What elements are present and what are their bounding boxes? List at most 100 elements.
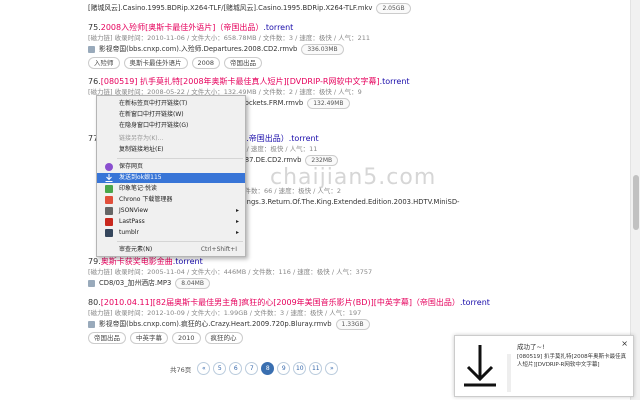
menu-label: tumblr [119, 229, 139, 236]
page-button[interactable]: 9 [277, 362, 291, 375]
menu-label: JSONView [119, 207, 149, 214]
file-name: 影视帝国(bbs.cnxp.com).入殓师.Departures.2008.C… [99, 45, 298, 53]
result-number: 80. [88, 298, 101, 307]
page-next-button[interactable]: » [325, 362, 339, 375]
tag[interactable]: 疯狂的心 [204, 332, 243, 344]
result-title-link[interactable]: 80.[2010.04.11][82届奥斯卡最佳男主角]疯狂的心[2009年美国… [88, 297, 548, 308]
result-title-link[interactable]: 79.奥斯卡获奖电影金曲.torrent [88, 256, 548, 267]
tag-list: 入殓师 奥斯卡最佳外语片 2008 帝国出品 [88, 57, 548, 69]
menu-tumblr[interactable]: tumblr ▸ [97, 228, 245, 238]
toast-title: 成功了~! [517, 343, 545, 351]
tumblr-icon [105, 229, 113, 237]
menu-evernote-clearly[interactable]: 印象笔记·悦读 [97, 184, 245, 194]
title-highlight[interactable]: 奥斯卡获奖电影金曲 [101, 257, 173, 266]
cloud-icon [105, 163, 113, 171]
toast-scrollbar[interactable] [507, 354, 511, 392]
file-row: CD8/03_加州酒店.MP3 8.04MB [88, 277, 548, 289]
result-meta: [磁力链] 收录时间：2005-11-04 / 文件大小：446MB / 文件数… [88, 268, 373, 276]
result-number: 76. [88, 77, 101, 86]
menu-inspect-element[interactable]: 审查元素(N) Ctrl+Shift+I [97, 245, 245, 255]
chrono-icon [105, 196, 113, 204]
result-title-link[interactable]: 76.[080519] 扒手莫扎特[2008年奥斯卡最佳真人短片][DVDRIP… [88, 76, 548, 87]
file-size-badge: 2.05GB [376, 2, 411, 14]
evernote-icon [105, 185, 113, 193]
menu-separator [117, 158, 243, 159]
file-name: …ings.3.Return.Of.The.King.Extended.Edit… [238, 198, 460, 206]
context-menu: 在新标签页中打开链接(T) 在新窗口中打开链接(W) 在隐身窗口中打开链接(G)… [96, 95, 246, 257]
video-file-icon [88, 320, 95, 328]
pagination: 共76页 « 5 6 7 8 9 10 11 » [170, 362, 339, 375]
tag[interactable]: 奥斯卡最佳外语片 [123, 57, 188, 69]
menu-copy-link[interactable]: 复制链接地址(E) [97, 145, 245, 155]
file-row: [赌城风云].Casino.1995.BDRip.X264-TLF/[赌城风云]… [88, 2, 548, 14]
file-name: 影视帝国(bbs.cnxp.com).疯狂的心.Crazy.Heart.2009… [99, 320, 332, 328]
download-icon [105, 174, 113, 182]
file-name: …ockets.FRM.rmvb [238, 99, 304, 107]
menu-save-link-as[interactable]: 链接另存为(K)... [97, 134, 245, 144]
toast-message: [080519] 扒手莫扎特[2008年奥斯卡最佳真人短片][DVDRIP-R网… [517, 354, 627, 368]
tag[interactable]: 2010 [172, 332, 201, 344]
file-size-badge: 8.04MB [175, 277, 210, 289]
title-suffix[interactable]: .torrent [263, 23, 293, 32]
page-button-current[interactable]: 8 [261, 362, 275, 375]
menu-open-new-tab[interactable]: 在新标签页中打开链接(T) [97, 99, 245, 109]
submenu-arrow-icon: ▸ [235, 218, 239, 225]
result-number: 79. [88, 257, 101, 266]
submenu-arrow-icon: ▸ [235, 229, 239, 236]
file-name: CD8/03_加州酒店.MP3 [99, 279, 172, 287]
page-button[interactable]: 11 [309, 362, 323, 375]
title-highlight[interactable]: [080519] 扒手莫扎特[2008年奥斯卡最佳真人短片][DVDRIP-R网… [101, 77, 380, 86]
video-file-icon [88, 45, 95, 53]
download-arrow-icon [460, 341, 500, 389]
title-highlight[interactable]: [2010.04.11][82届奥斯卡最佳男主角]疯狂的心[2009年美国音乐影… [101, 298, 460, 307]
tag[interactable]: 入殓师 [88, 57, 120, 69]
menu-chrono-download[interactable]: Chrono 下载管理器 [97, 195, 245, 205]
page-button[interactable]: 6 [229, 362, 243, 375]
tag[interactable]: 帝国出品 [224, 57, 263, 69]
tag[interactable]: 中英字幕 [130, 332, 168, 344]
audio-file-icon [88, 279, 95, 287]
title-suffix[interactable]: .torrent [173, 257, 203, 266]
file-size-badge: 336.03MB [301, 43, 344, 55]
file-name: [赌城风云].Casino.1995.BDRip.X264-TLF/[赌城风云]… [88, 4, 373, 12]
menu-label: 审查元素(N) [119, 246, 153, 253]
menu-label: 保存网页 [119, 163, 144, 170]
menu-open-new-window[interactable]: 在新窗口中打开链接(W) [97, 110, 245, 120]
result-meta: [磁力链] 收录时间：2010-11-06 / 文件大小：658.78MB / … [88, 34, 371, 42]
download-toast: 成功了~! [080519] 扒手莫扎特[2008年奥斯卡最佳真人短片][DVD… [454, 335, 634, 397]
scrollbar-thumb[interactable] [633, 175, 639, 230]
result-number: 75. [88, 23, 101, 32]
file-size-badge: 232MB [305, 154, 339, 166]
file-row: 影视帝国(bbs.cnxp.com).入殓师.Departures.2008.C… [88, 43, 548, 55]
menu-label: Chrono 下载管理器 [119, 196, 173, 203]
title-suffix[interactable]: .torrent [380, 77, 410, 86]
watermark: chaijian5.com [270, 165, 437, 190]
tag[interactable]: 2008 [191, 57, 221, 69]
page-prev-button[interactable]: « [197, 362, 211, 375]
title-highlight[interactable]: 2008入殓师[奥斯卡最佳外语片]（帝国出品） [101, 23, 264, 32]
file-row: 影视帝国(bbs.cnxp.com).疯狂的心.Crazy.Heart.2009… [88, 318, 548, 330]
menu-label: 发送到ok娘115 [119, 174, 162, 181]
result-title-link[interactable]: 75.2008入殓师[奥斯卡最佳外语片]（帝国出品）.torrent [88, 22, 548, 33]
menu-save-page[interactable]: 保存网页 [97, 162, 245, 172]
page-button[interactable]: 10 [293, 362, 307, 375]
menu-jsonview[interactable]: JSONView ▸ [97, 206, 245, 216]
file-size-badge: 132.49MB [307, 97, 350, 109]
json-icon [105, 207, 113, 215]
menu-lastpass[interactable]: LastPass ▸ [97, 217, 245, 227]
page-total: 共76页 [170, 365, 192, 374]
page-button[interactable]: 5 [213, 362, 227, 375]
submenu-arrow-icon: ▸ [235, 207, 239, 214]
file-size-badge: 1.33GB [335, 318, 370, 330]
close-icon[interactable]: × [621, 339, 628, 348]
result-item: 75.2008入殓师[奥斯卡最佳外语片]（帝国出品）.torrent [磁力链]… [88, 22, 548, 69]
result-item: 79.奥斯卡获奖电影金曲.torrent [磁力链] 收录时间：2005-11-… [88, 256, 548, 289]
menu-open-incognito[interactable]: 在隐身窗口中打开链接(G) [97, 121, 245, 131]
menu-separator [117, 241, 243, 242]
menu-send-to-115[interactable]: 发送到ok娘115 [97, 173, 245, 183]
page-button[interactable]: 7 [245, 362, 259, 375]
title-suffix[interactable]: .torrent [460, 298, 490, 307]
tag[interactable]: 帝国出品 [88, 332, 126, 344]
menu-label: 印象笔记·悦读 [119, 185, 157, 192]
menu-shortcut: Ctrl+Shift+I [200, 246, 237, 253]
